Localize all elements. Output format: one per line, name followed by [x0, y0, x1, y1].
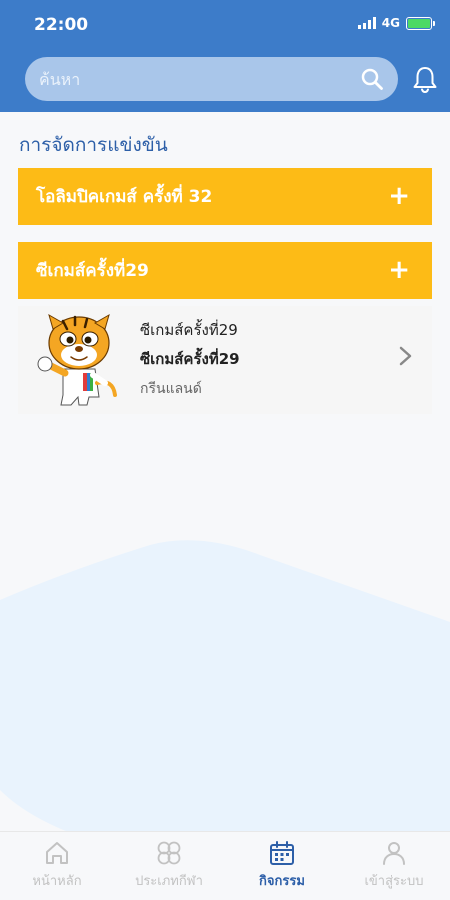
category-label: โอลิมปิคเกมส์ ครั้งที่ 32: [36, 187, 213, 207]
search-icon[interactable]: [360, 67, 384, 91]
category-label: ซีเกมส์ครั้งที่29: [36, 261, 149, 281]
background-shape: [0, 540, 450, 840]
battery-icon: [406, 16, 435, 30]
expand-icon[interactable]: +: [388, 181, 410, 211]
calendar-icon: [270, 841, 294, 865]
expand-icon[interactable]: +: [388, 255, 410, 285]
page-title: การจัดการแข่งขัน: [19, 134, 168, 156]
status-indicators: 4G: [357, 16, 435, 30]
nav-item-login[interactable]: เข้าสู่ระบบ: [338, 840, 450, 891]
search-bar[interactable]: [25, 57, 398, 101]
signal-icon: [357, 17, 376, 29]
user-icon: [383, 842, 405, 865]
network-type: 4G: [381, 16, 400, 30]
event-list-item[interactable]: ซีเกมส์ครั้งที่29 ซีเกมส์ครั้งที่29 กรีน…: [18, 306, 432, 414]
home-icon: [46, 842, 68, 864]
bottom-navigation: หน้าหลัก ประเภทกีฬา กิจกรรม เข้าสู่ระบบ: [0, 831, 450, 900]
app-header: 22:00 4G: [0, 0, 450, 112]
status-time: 22:00: [34, 15, 89, 35]
event-subtitle: ซีเกมส์ครั้งที่29: [140, 350, 240, 368]
chevron-right-icon[interactable]: [398, 345, 414, 367]
nav-label: หน้าหลัก: [32, 874, 82, 889]
search-input[interactable]: [39, 57, 359, 101]
bell-icon[interactable]: [410, 64, 440, 94]
nav-item-activities[interactable]: กิจกรรม: [226, 840, 338, 891]
tiger-mascot-image: [37, 313, 117, 406]
event-title: ซีเกมส์ครั้งที่29: [140, 321, 238, 339]
status-bar: 22:00 4G: [0, 0, 450, 50]
category-seagames[interactable]: ซีเกมส์ครั้งที่29 +: [18, 242, 432, 299]
sports-icon: [157, 841, 181, 865]
nav-label: เข้าสู่ระบบ: [364, 874, 424, 889]
nav-label: ประเภทกีฬา: [135, 874, 203, 889]
nav-item-home[interactable]: หน้าหลัก: [1, 840, 113, 891]
nav-item-sports[interactable]: ประเภทกีฬา: [113, 840, 225, 891]
category-olympics[interactable]: โอลิมปิคเกมส์ ครั้งที่ 32 +: [18, 168, 432, 225]
nav-label: กิจกรรม: [259, 874, 305, 889]
event-location: กรีนแลนด์: [140, 381, 202, 397]
